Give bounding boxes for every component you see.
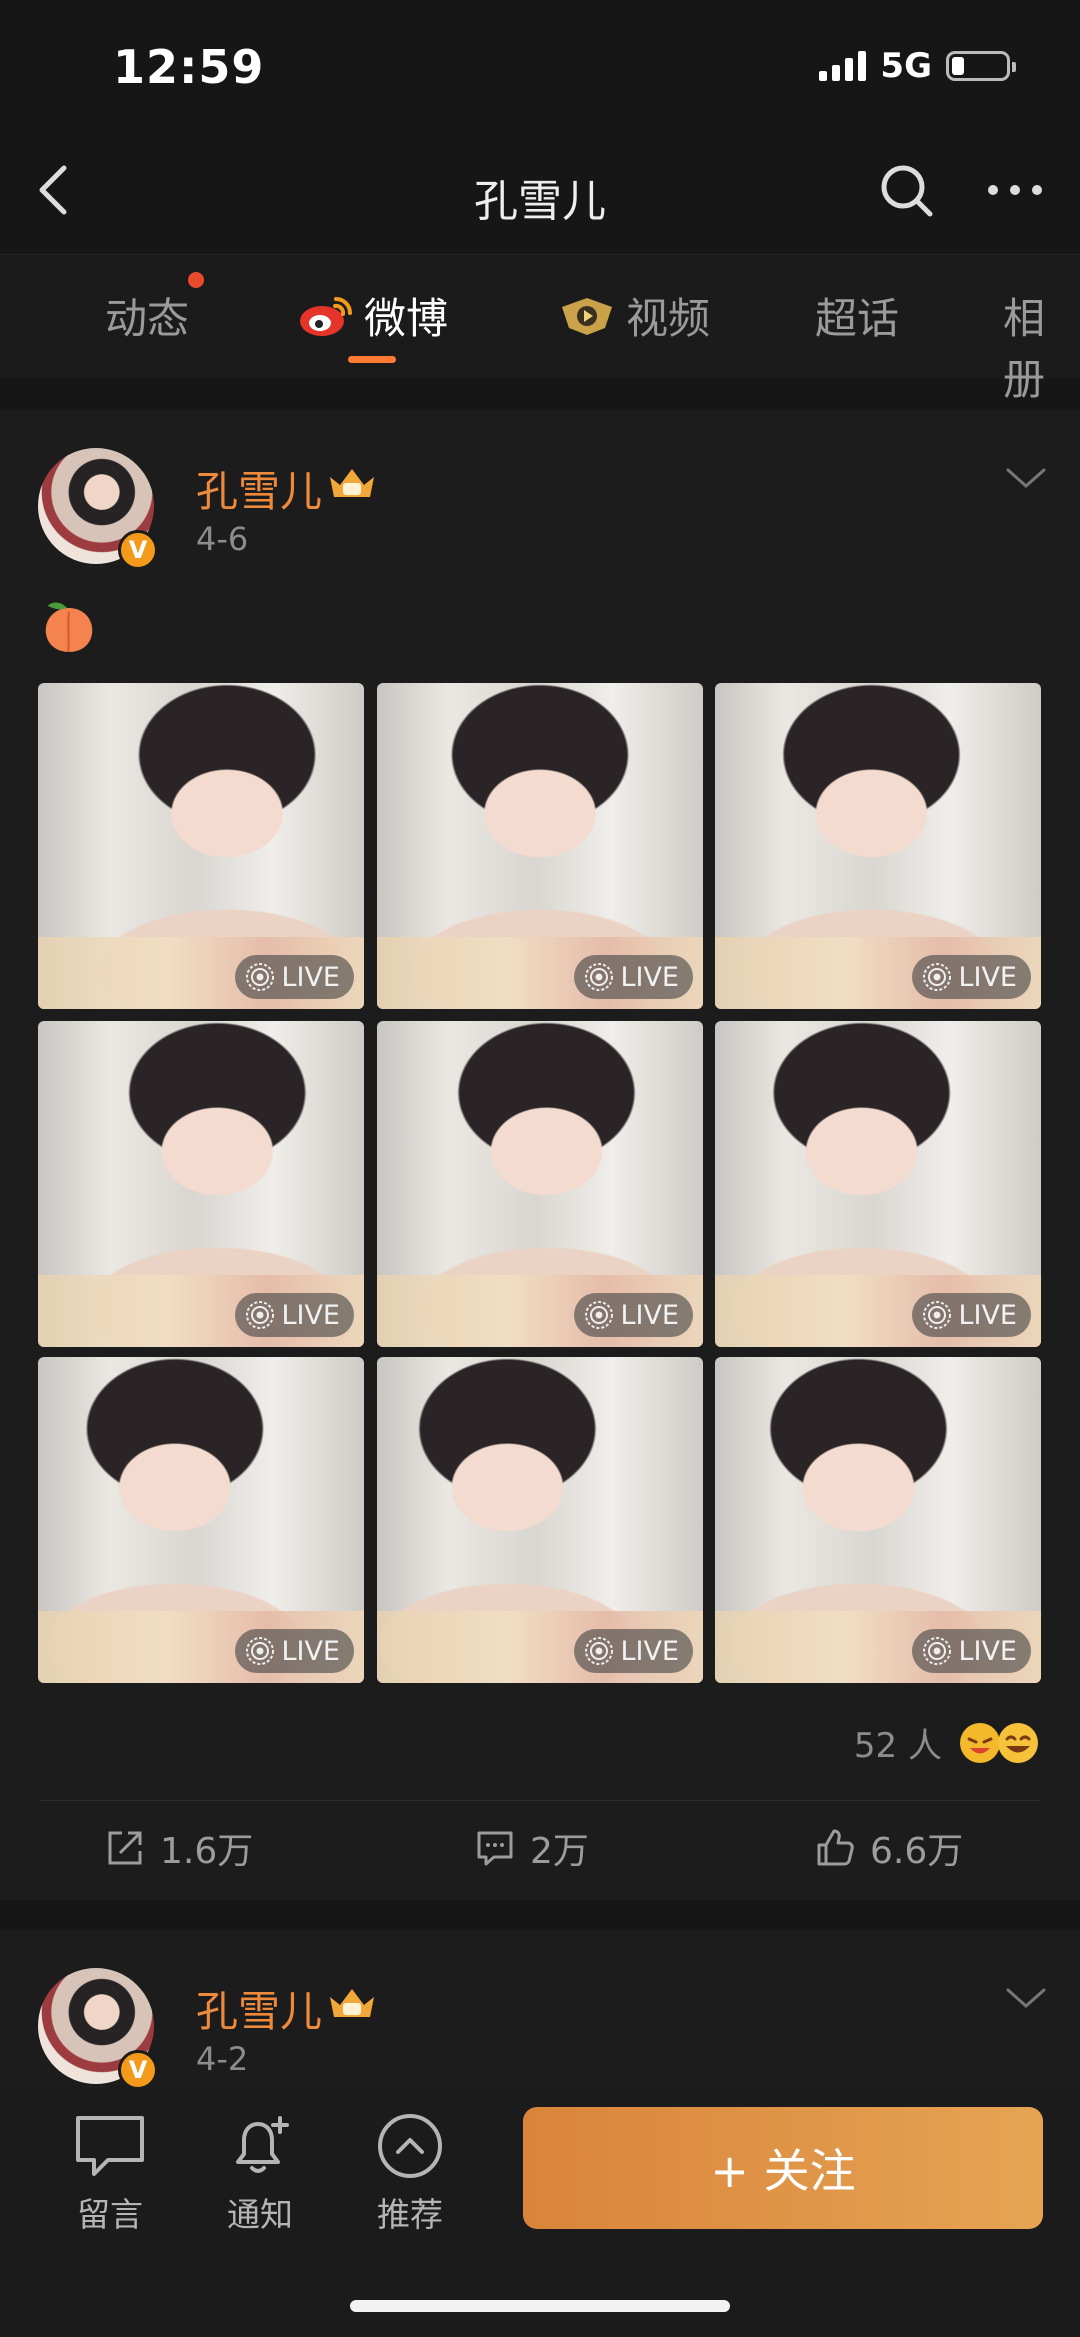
live-label: LIVE	[620, 1299, 679, 1331]
live-badge: LIVE	[912, 955, 1031, 999]
live-label: LIVE	[958, 1635, 1017, 1667]
live-icon	[585, 963, 614, 991]
live-badge: LIVE	[912, 1293, 1031, 1337]
bell-plus-icon	[236, 2116, 289, 2173]
tab-super-topic-label: 超话	[815, 294, 900, 343]
photo-thumbnail[interactable]: LIVE	[715, 1357, 1041, 1683]
live-icon	[585, 1637, 614, 1665]
message-icon	[76, 2116, 144, 2176]
repost-icon	[108, 1831, 142, 1865]
live-icon	[923, 1301, 952, 1329]
live-badge: LIVE	[235, 1293, 354, 1337]
post-author[interactable]: 孔雪儿	[196, 1978, 322, 2039]
tab-video[interactable]: 视频	[558, 285, 710, 346]
weibo-icon	[300, 296, 352, 336]
live-label: LIVE	[958, 1299, 1017, 1331]
profile-tab-bar: 动态 微博 视频 超话 相册	[0, 254, 1080, 404]
verified-badge-icon: V	[118, 530, 158, 570]
post-date: 4-2	[196, 2040, 249, 2078]
thumbs-up-icon	[817, 1829, 854, 1866]
photo-thumbnail[interactable]: LIVE	[715, 1021, 1041, 1347]
chevron-up-circle-icon	[378, 2114, 442, 2178]
live-icon	[246, 1637, 275, 1665]
post-author[interactable]: 孔雪儿	[196, 458, 322, 519]
laugh-emoji-icon	[998, 1722, 1038, 1763]
active-tab-indicator	[348, 356, 396, 363]
notify-button[interactable]: 通知	[200, 2112, 320, 2236]
notify-label: 通知	[227, 2195, 293, 2234]
photo-thumbnail[interactable]: LIVE	[715, 683, 1041, 1009]
photo-thumbnail[interactable]: LIVE	[38, 1357, 364, 1683]
like-button[interactable]: 6.6万	[814, 1822, 963, 1874]
verified-badge-icon: V	[118, 2050, 158, 2090]
live-label: LIVE	[620, 1635, 679, 1667]
comment-button[interactable]: 2万	[474, 1822, 589, 1874]
photo-thumbnail[interactable]: LIVE	[377, 1021, 703, 1347]
crown-icon	[330, 1989, 374, 2017]
live-badge: LIVE	[574, 1629, 693, 1673]
recommend-label: 推荐	[377, 2195, 443, 2234]
peach-emoji-icon	[45, 602, 93, 653]
signal-icon	[819, 51, 867, 81]
follow-button[interactable]: + 关注	[523, 2107, 1043, 2229]
crown-icon	[330, 469, 374, 497]
recommend-button[interactable]: 推荐	[350, 2112, 470, 2236]
network-type: 5G	[880, 46, 932, 86]
repost-count: 1.6万	[160, 1831, 254, 1872]
live-badge: LIVE	[235, 955, 354, 999]
divider	[40, 1800, 1040, 1801]
follow-label: + 关注	[710, 2144, 856, 2198]
post-card	[0, 1930, 1080, 2100]
live-label: LIVE	[958, 961, 1017, 993]
live-icon	[246, 963, 275, 991]
live-icon	[923, 1637, 952, 1665]
leave-message-label: 留言	[77, 2195, 143, 2234]
chevron-down-icon[interactable]	[1004, 1982, 1048, 2012]
live-badge: LIVE	[574, 955, 693, 999]
tab-weibo-label: 微博	[364, 294, 449, 343]
photo-thumbnail[interactable]: LIVE	[38, 683, 364, 1009]
tab-weibo[interactable]: 微博	[298, 285, 448, 346]
comment-count: 2万	[530, 1831, 589, 1872]
tab-super-topic[interactable]: 超话	[815, 285, 899, 346]
live-icon	[246, 1301, 275, 1329]
photo-thumbnail[interactable]: LIVE	[377, 683, 703, 1009]
battery-icon	[946, 51, 1016, 81]
photo-thumbnail[interactable]: LIVE	[38, 1021, 364, 1347]
notification-dot	[188, 272, 204, 288]
like-count: 6.6万	[870, 1831, 964, 1872]
live-icon	[923, 963, 952, 991]
search-icon[interactable]	[876, 160, 936, 220]
repost-button[interactable]: 1.6万	[104, 1822, 253, 1874]
chevron-down-icon[interactable]	[1004, 462, 1048, 492]
live-icon	[585, 1301, 614, 1329]
live-badge: LIVE	[574, 1293, 693, 1337]
live-label: LIVE	[281, 961, 340, 993]
live-badge: LIVE	[235, 1629, 354, 1673]
photo-thumbnail[interactable]: LIVE	[377, 1357, 703, 1683]
live-label: LIVE	[281, 1635, 340, 1667]
post-date: 4-6	[196, 520, 249, 558]
tab-dynamics[interactable]: 动态	[105, 285, 189, 346]
live-label: LIVE	[620, 961, 679, 993]
reaction-count: 52 人	[853, 1726, 942, 1766]
live-badge: LIVE	[912, 1629, 1031, 1673]
status-time: 12:59	[113, 40, 265, 94]
video-badge-icon	[562, 297, 612, 335]
tab-album-label: 相册	[1003, 294, 1046, 404]
home-indicator[interactable]	[350, 2300, 730, 2312]
leave-message-button[interactable]: 留言	[50, 2112, 170, 2236]
tab-dynamics-label: 动态	[105, 294, 190, 343]
reaction-summary[interactable]: 52 人	[854, 1718, 1040, 1767]
more-icon[interactable]	[980, 160, 1050, 220]
tab-video-label: 视频	[626, 294, 711, 343]
tab-album[interactable]: 相册	[1003, 285, 1080, 407]
live-label: LIVE	[281, 1299, 340, 1331]
comment-icon	[477, 1831, 513, 1866]
status-indicators: 5G	[819, 46, 1016, 86]
